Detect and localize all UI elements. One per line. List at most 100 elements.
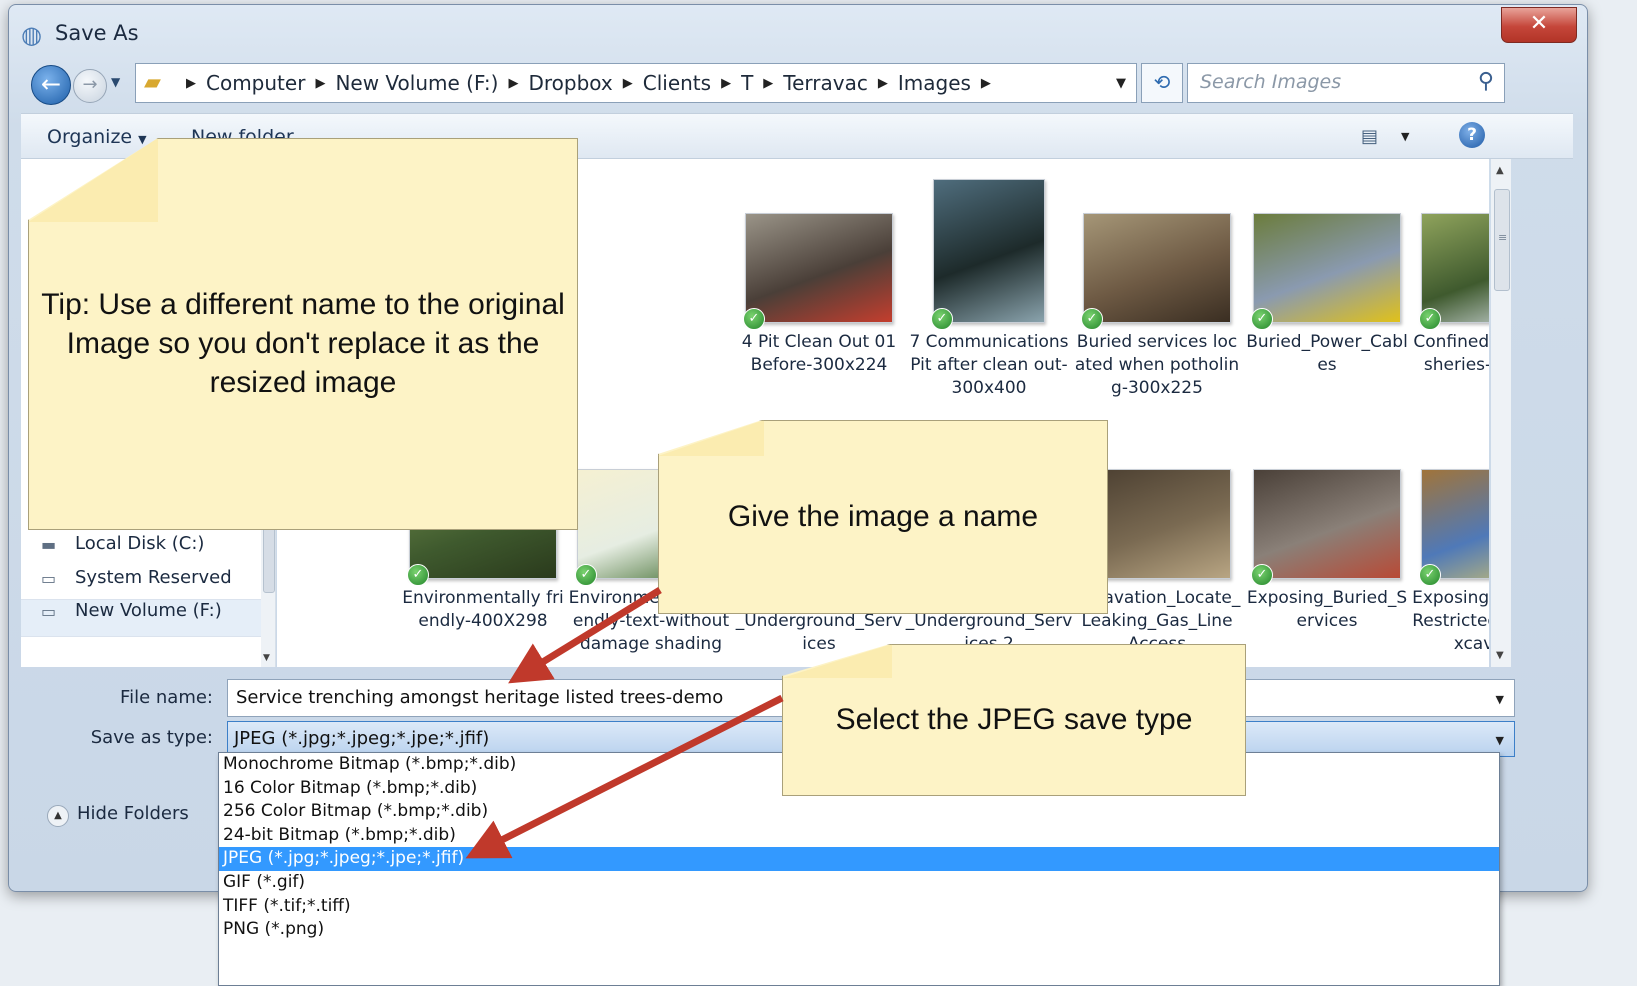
breadcrumb-item[interactable]: ▶ Terravac [753, 71, 868, 95]
scroll-down-icon[interactable]: ▼ [263, 653, 270, 663]
hide-folders-button[interactable]: ▲ Hide Folders [47, 803, 189, 827]
save-type-option[interactable]: TIFF (*.tif;*.tiff) [219, 895, 1499, 919]
address-row: ← → ▼ ▰ ▶ Computer ▶ New Volume (F:) ▶ Dropbo… [21, 61, 1573, 107]
breadcrumb-label: Terravac [783, 71, 868, 95]
hide-folders-label: Hide Folders [77, 803, 189, 824]
file-thumbnail: ✓ [1251, 469, 1401, 586]
sync-check-icon: ✓ [1251, 564, 1273, 586]
scroll-down-icon[interactable]: ▼ [1496, 650, 1504, 661]
breadcrumb-separator-icon[interactable]: ▶ [971, 71, 1001, 95]
file-thumbnail: ✓ [1419, 469, 1489, 586]
address-bar[interactable]: ▰ ▶ Computer ▶ New Volume (F:) ▶ Dropbox ▶ Clie… [135, 63, 1137, 103]
window-title: Save As [55, 21, 139, 45]
arrow-left-icon: ← [40, 70, 62, 98]
breadcrumb-label: Images [897, 71, 971, 95]
breadcrumb-separator-icon[interactable]: ▶ [623, 76, 633, 91]
breadcrumb-item[interactable]: ▶ Dropbox [498, 71, 612, 95]
grip-icon: ≡ [1498, 231, 1508, 244]
nav-item-system-reserved[interactable]: ▭ System Reserved [41, 567, 232, 588]
breadcrumb-separator-icon[interactable]: ▶ [721, 76, 731, 91]
breadcrumb-item[interactable]: ▶ Computer [176, 71, 305, 95]
save-type-option[interactable]: GIF (*.gif) [219, 871, 1499, 895]
save-type-option[interactable]: JPEG (*.jpg;*.jpeg;*.jpe;*.jfif) [219, 847, 1499, 871]
file-scrollbar[interactable]: ▲ ≡ ▼ [1491, 159, 1511, 667]
organize-button[interactable]: Organize ▼ [47, 126, 147, 148]
breadcrumb-separator-icon[interactable]: ▶ [508, 76, 518, 91]
drive-icon: ▭ [41, 602, 57, 621]
save-type-label: Save as type: [90, 727, 213, 748]
breadcrumb-separator-icon[interactable]: ▶ [315, 76, 325, 91]
save-type-option[interactable]: 24-bit Bitmap (*.bmp;*.dib) [219, 824, 1499, 848]
nav-item-label: System Reserved [75, 567, 232, 588]
file-tile[interactable]: ✓Confined Space - Fisheries-300x225 [1411, 213, 1489, 377]
file-tile[interactable]: ✓ Buried_Power_Cables [1243, 213, 1411, 377]
file-tile[interactable]: ✓Exposing_Services_Restricted_Space_Exca… [1411, 469, 1489, 656]
file-name-value: Service trenching amongst heritage liste… [236, 687, 724, 708]
file-label: Buried_Power_Cables [1246, 332, 1408, 375]
chevron-down-icon[interactable]: ▼ [1496, 734, 1504, 747]
breadcrumb-item[interactable]: ▶ New Volume (F:) [305, 71, 498, 95]
file-tile[interactable]: ✓ 4 Pit Clean Out 01 Before-300x224 [735, 213, 903, 377]
chevron-up-icon: ▲ [47, 805, 69, 827]
view-dropdown-icon[interactable]: ▼ [1401, 130, 1409, 143]
file-label: 4 Pit Clean Out 01 Before-300x224 [741, 332, 897, 375]
breadcrumb: ▶ Computer ▶ New Volume (F:) ▶ Dropbox ▶ Client… [176, 71, 1001, 95]
tip-callout-text: Tip: Use a different name to the origina… [41, 287, 565, 399]
sync-check-icon: ✓ [407, 564, 429, 586]
save-type-option[interactable]: 256 Color Bitmap (*.bmp;*.dib) [219, 800, 1499, 824]
nav-item-new-volume[interactable]: ▭ New Volume (F:) [41, 600, 222, 621]
sync-check-icon: ✓ [931, 308, 953, 330]
file-name-label: File name: [120, 687, 213, 708]
breadcrumb-separator-icon[interactable]: ▶ [878, 76, 888, 91]
file-label: Exposing_Buried_Services [1246, 588, 1408, 631]
file-label: Confined Space - Fisheries-300x225 [1413, 332, 1489, 375]
close-button[interactable]: ✕ [1501, 7, 1577, 43]
help-icon[interactable]: ? [1459, 122, 1485, 148]
search-input[interactable]: Search Images ⚲ [1187, 63, 1505, 103]
save-type-value: JPEG (*.jpg;*.jpeg;*.jpe;*.jfif) [234, 728, 490, 749]
search-placeholder: Search Images [1200, 71, 1342, 93]
title-bar[interactable]: ◍ Save As ✕ [9, 5, 1587, 59]
file-thumbnail: ✓ [1251, 213, 1401, 330]
chevron-down-icon: ▼ [138, 133, 147, 146]
breadcrumb-label: Clients [642, 71, 712, 95]
file-thumbnail: ✓ [743, 213, 893, 330]
type-callout-text: Select the JPEG save type [835, 703, 1193, 736]
breadcrumb-separator-icon[interactable]: ▶ [763, 76, 773, 91]
back-button[interactable]: ← [31, 65, 71, 105]
search-icon[interactable]: ⚲ [1478, 69, 1494, 94]
sync-check-icon: ✓ [1081, 308, 1103, 330]
refresh-button[interactable]: ⟲ [1141, 63, 1183, 103]
sync-check-icon: ✓ [1251, 308, 1273, 330]
breadcrumb-item[interactable]: ▶ Images [868, 71, 971, 95]
breadcrumb-item[interactable]: ▶ Clients [613, 71, 711, 95]
breadcrumb-label: T [741, 71, 754, 95]
name-callout-text: Give the image a name [727, 500, 1039, 533]
folder-icon: ▰ [144, 70, 161, 95]
organize-label: Organize [47, 126, 133, 148]
save-type-option[interactable]: PNG (*.png) [219, 918, 1499, 942]
breadcrumb-separator-icon[interactable]: ▶ [186, 76, 196, 91]
file-label: Buried services located when potholing-3… [1074, 332, 1240, 398]
file-tile[interactable]: ✓ Exposing_Buried_Services [1243, 469, 1411, 633]
sync-check-icon: ✓ [743, 308, 765, 330]
nav-item-label: New Volume (F:) [75, 600, 222, 621]
breadcrumb-item[interactable]: ▶ T [711, 71, 753, 95]
nav-item-label: Local Disk (C:) [75, 533, 205, 554]
file-tile[interactable]: ✓ 7 Communications Pit after clean out-30… [905, 179, 1073, 400]
chevron-down-icon[interactable]: ▼ [1496, 693, 1504, 706]
address-dropdown-icon[interactable]: ▼ [1116, 76, 1126, 91]
paint-app-icon: ◍ [21, 21, 42, 49]
history-dropdown-icon[interactable]: ▼ [111, 75, 120, 89]
breadcrumb-label: Dropbox [528, 71, 613, 95]
file-tile[interactable]: ✓ Buried services located when potholing-… [1073, 213, 1241, 400]
scroll-up-icon[interactable]: ▲ [1496, 165, 1504, 176]
sync-check-icon: ✓ [575, 564, 597, 586]
change-view-icon[interactable]: ▤ [1361, 126, 1378, 147]
drive-icon: ▭ [41, 569, 57, 588]
forward-button[interactable]: → [73, 69, 107, 103]
file-label: Environmentally friendly-400X298 [402, 588, 564, 631]
file-thumbnail: ✓ [1419, 213, 1489, 330]
nav-item-local-disk[interactable]: ▬ Local Disk (C:) [41, 533, 205, 554]
file-label: 7 Communications Pit after clean out-300… [909, 332, 1069, 398]
